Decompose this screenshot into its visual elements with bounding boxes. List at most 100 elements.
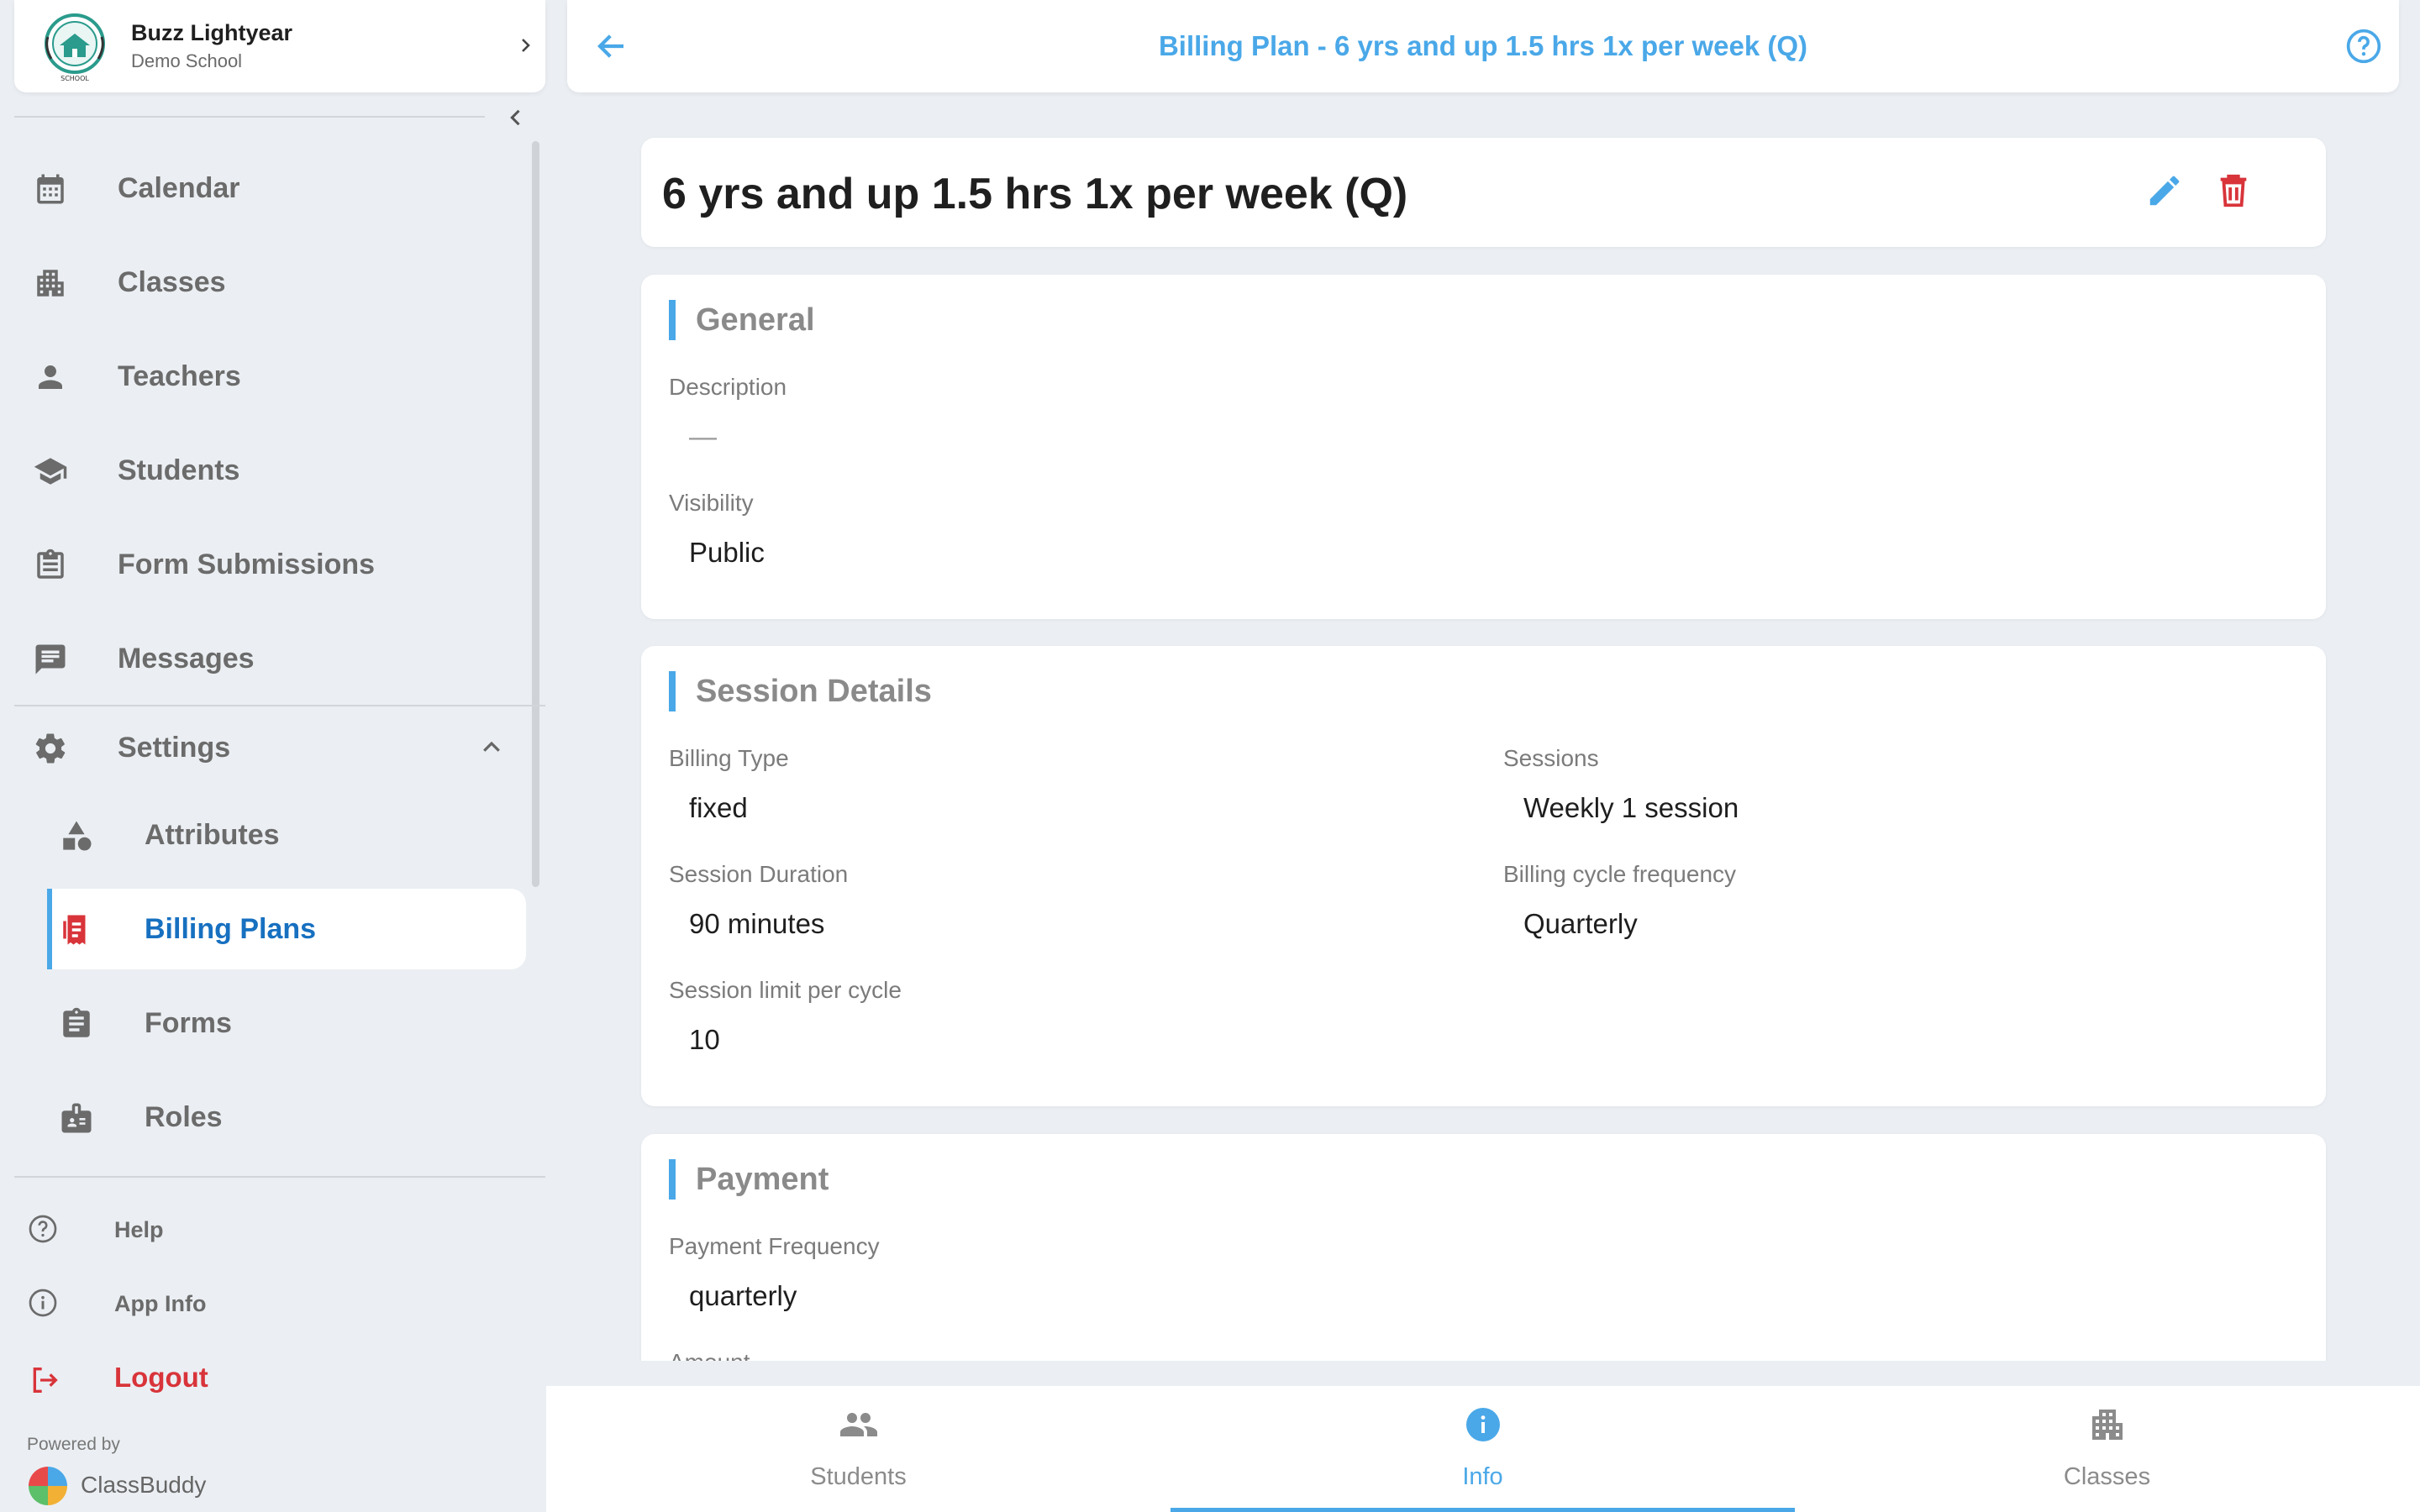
plan-title-card: 6 yrs and up 1.5 hrs 1x per week (Q)	[641, 138, 2326, 247]
help-link[interactable]: Help	[14, 1199, 518, 1257]
bottom-tab-bar: Students Info Classes	[546, 1386, 2420, 1512]
sidebar-item-label: Settings	[118, 732, 231, 764]
visibility-field: Visibility Public	[669, 490, 765, 569]
session-limit-field: Session limit per cycle 10	[669, 977, 902, 1056]
people-icon	[839, 1404, 879, 1445]
help-label: Help	[114, 1217, 164, 1242]
logout-label: Logout	[114, 1362, 208, 1393]
sidebar-item-calendar[interactable]: Calendar	[14, 148, 527, 228]
content-scroll-edge	[546, 1361, 2420, 1386]
sidebar-item-attributes[interactable]: Attributes	[47, 795, 526, 875]
help-circle-icon	[28, 1214, 58, 1244]
sidebar-item-students[interactable]: Students	[14, 430, 527, 511]
tab-label: Classes	[2063, 1463, 2151, 1490]
field-value: fixed	[689, 792, 748, 823]
sidebar-divider	[14, 116, 485, 118]
billing-cycle-frequency-field: Billing cycle frequency Quarterly	[1503, 861, 1736, 940]
app-info-link[interactable]: App Info	[14, 1273, 518, 1331]
sidebar-item-roles[interactable]: Roles	[47, 1077, 526, 1158]
field-label: Sessions	[1503, 745, 1599, 771]
sessions-field: Sessions Weekly 1 session	[1503, 745, 1739, 824]
building-icon	[2087, 1404, 2128, 1445]
sidebar-item-classes[interactable]: Classes	[14, 242, 527, 323]
tab-classes[interactable]: Classes	[1795, 1386, 2419, 1512]
collapse-sidebar-button[interactable]	[504, 106, 528, 129]
field-value: —	[689, 421, 717, 452]
receipt-icon	[59, 912, 94, 948]
field-value: 90 minutes	[689, 908, 825, 939]
app-root: SCHOOL Buzz Lightyear Demo School Calend…	[0, 0, 2420, 1512]
section-heading-label: Payment	[696, 1162, 829, 1197]
description-field: Description —	[669, 374, 786, 453]
sidebar-item-label: Roles	[145, 1101, 223, 1133]
field-label: Billing Type	[669, 745, 789, 771]
profile-name: Buzz Lightyear	[131, 20, 293, 45]
brand-name: ClassBuddy	[81, 1472, 207, 1498]
logout-icon	[28, 1363, 61, 1397]
edit-button[interactable]	[2145, 171, 2184, 210]
chevron-right-icon	[515, 35, 535, 55]
sidebar-divider	[14, 1176, 545, 1178]
section-heading-label: Session Details	[696, 674, 932, 709]
sidebar-item-label: Billing Plans	[145, 913, 317, 945]
tab-students[interactable]: Students	[546, 1386, 1171, 1512]
general-section: General Description — Visibility Public	[641, 275, 2326, 619]
page-title: Billing Plan - 6 yrs and up 1.5 hrs 1x p…	[1158, 30, 1808, 61]
sidebar-item-label: Calendar	[118, 172, 240, 204]
clipboard-list-icon	[33, 548, 68, 583]
help-circle-icon[interactable]	[2345, 28, 2382, 65]
sidebar-item-teachers[interactable]: Teachers	[14, 336, 527, 417]
plan-title: 6 yrs and up 1.5 hrs 1x per week (Q)	[662, 170, 1408, 218]
section-heading: General	[669, 300, 815, 340]
section-heading: Session Details	[669, 671, 932, 711]
gear-icon	[33, 731, 68, 766]
sidebar-item-settings[interactable]: Settings	[14, 707, 527, 788]
field-value: quarterly	[689, 1280, 797, 1311]
classbuddy-logo-icon	[27, 1465, 69, 1507]
sidebar-item-label: Attributes	[145, 819, 280, 851]
tab-label: Students	[810, 1463, 907, 1490]
graduation-cap-icon	[33, 454, 68, 489]
tab-info[interactable]: Info	[1171, 1386, 1795, 1512]
field-value: 10	[689, 1024, 720, 1055]
sidebar-item-label: Teachers	[118, 360, 241, 392]
field-value: Weekly 1 session	[1523, 792, 1739, 823]
session-details-section: Session Details Billing Type fixed Sessi…	[641, 646, 2326, 1106]
sidebar-item-form-submissions[interactable]: Form Submissions	[14, 524, 527, 605]
profile-school: Demo School	[131, 50, 243, 71]
field-label: Session Duration	[669, 861, 849, 887]
field-label: Description	[669, 374, 787, 400]
sidebar-scrollbar[interactable]	[532, 141, 539, 887]
brand-logo: ClassBuddy	[27, 1465, 206, 1507]
shapes-icon	[59, 818, 94, 853]
tab-label: Info	[1462, 1463, 1503, 1490]
logout-button[interactable]: Logout	[14, 1348, 518, 1407]
sidebar-item-billing-plans[interactable]: Billing Plans	[47, 889, 526, 969]
school-logo: SCHOOL	[41, 12, 108, 82]
info-circle-icon	[28, 1288, 58, 1318]
calendar-icon	[33, 171, 68, 207]
sidebar-divider	[14, 705, 545, 706]
sidebar-item-forms[interactable]: Forms	[47, 983, 526, 1063]
field-label: Session limit per cycle	[669, 977, 902, 1003]
building-icon	[33, 265, 68, 301]
field-label: Visibility	[669, 490, 754, 516]
sidebar-item-label: Students	[118, 454, 240, 486]
payment-frequency-field: Payment Frequency quarterly	[669, 1233, 880, 1312]
field-label: Billing cycle frequency	[1503, 861, 1737, 887]
field-label: Payment Frequency	[669, 1233, 880, 1259]
session-duration-field: Session Duration 90 minutes	[669, 861, 848, 940]
section-heading: Payment	[669, 1159, 829, 1200]
sidebar-item-label: Form Submissions	[118, 549, 376, 580]
billing-type-field: Billing Type fixed	[669, 745, 789, 824]
profile-switcher[interactable]: SCHOOL Buzz Lightyear Demo School	[14, 0, 545, 92]
top-bar: Billing Plan - 6 yrs and up 1.5 hrs 1x p…	[567, 0, 2399, 92]
delete-button[interactable]	[2214, 171, 2253, 210]
message-icon	[33, 642, 68, 677]
sidebar-item-label: Forms	[145, 1007, 232, 1039]
field-value: Public	[689, 537, 765, 568]
sidebar-item-label: Messages	[118, 643, 255, 675]
chevron-up-icon[interactable]	[479, 735, 504, 760]
sidebar-item-messages[interactable]: Messages	[14, 618, 527, 699]
clipboard-icon	[59, 1006, 94, 1042]
